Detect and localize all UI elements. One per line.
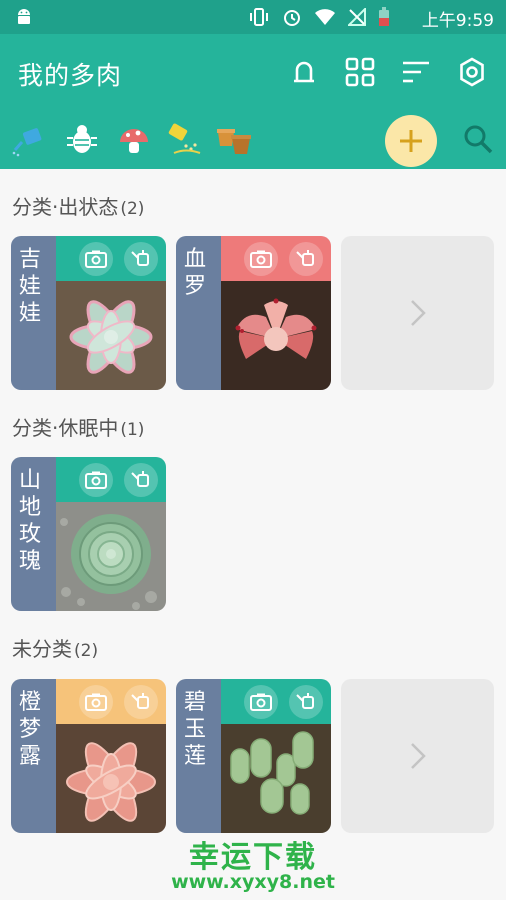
plant-card[interactable]: 山地玫瑰 xyxy=(11,457,166,611)
no-signal-icon xyxy=(346,6,366,30)
plant-card[interactable]: 血罗 xyxy=(176,236,331,390)
wifi-icon xyxy=(314,8,336,30)
watering-can-icon[interactable] xyxy=(289,685,323,719)
plus-icon xyxy=(400,130,422,152)
camera-icon[interactable] xyxy=(244,242,278,276)
more-card[interactable] xyxy=(341,236,494,390)
settings-gear-icon[interactable] xyxy=(456,56,488,88)
plant-name: 吉娃娃 xyxy=(19,247,42,326)
app-bar: 我的多肉 xyxy=(0,34,506,169)
watering-can-icon[interactable] xyxy=(124,463,158,497)
plant-photo xyxy=(221,281,331,390)
plant-photo xyxy=(56,281,166,390)
plant-card[interactable]: 碧玉莲 xyxy=(176,679,331,833)
section-title: 分类·出状态 (2) xyxy=(12,195,145,219)
more-card[interactable] xyxy=(341,679,494,833)
camera-icon[interactable] xyxy=(79,685,113,719)
alarm-icon xyxy=(282,7,302,31)
mushroom-icon[interactable] xyxy=(114,120,154,160)
camera-icon[interactable] xyxy=(244,685,278,719)
sort-icon[interactable] xyxy=(400,56,432,88)
section-title: 分类·休眠中 (1) xyxy=(12,416,145,440)
plant-photo xyxy=(56,724,166,833)
plant-photo xyxy=(56,502,166,611)
plant-name: 血罗 xyxy=(184,247,207,299)
plant-card[interactable]: 吉娃娃 xyxy=(11,236,166,390)
plant-name: 橙梦露 xyxy=(19,690,42,769)
plant-name: 碧玉莲 xyxy=(184,690,207,769)
fertilizer-icon[interactable] xyxy=(164,120,204,160)
watermark-title: 幸运下载 xyxy=(189,840,317,875)
chevron-right-icon xyxy=(410,743,426,769)
flower-pot-icon[interactable] xyxy=(214,120,254,160)
vibrate-icon xyxy=(248,7,270,31)
battery-icon xyxy=(378,7,390,31)
chevron-right-icon xyxy=(410,300,426,326)
section-title: 未分类 (2) xyxy=(12,637,99,661)
plant-photo xyxy=(221,724,331,833)
watering-can-icon[interactable] xyxy=(10,120,50,160)
status-time: 上午9:59 xyxy=(421,11,494,31)
watering-can-icon[interactable] xyxy=(124,685,158,719)
watering-can-icon[interactable] xyxy=(289,242,323,276)
bell-icon[interactable] xyxy=(288,56,320,88)
watering-can-icon[interactable] xyxy=(124,242,158,276)
grid-view-icon[interactable] xyxy=(344,56,376,88)
plant-card[interactable]: 橙梦露 xyxy=(11,679,166,833)
watermark-url: www.xyxy8.net xyxy=(171,871,335,893)
camera-icon[interactable] xyxy=(79,463,113,497)
status-bar: 上午9:59 xyxy=(0,0,506,34)
camera-icon[interactable] xyxy=(79,242,113,276)
plant-name: 山地玫瑰 xyxy=(19,468,42,574)
bug-icon[interactable] xyxy=(62,120,102,160)
add-plant-button[interactable] xyxy=(385,115,437,167)
search-icon[interactable] xyxy=(460,121,496,157)
app-title: 我的多肉 xyxy=(18,61,123,90)
android-icon xyxy=(14,7,34,31)
